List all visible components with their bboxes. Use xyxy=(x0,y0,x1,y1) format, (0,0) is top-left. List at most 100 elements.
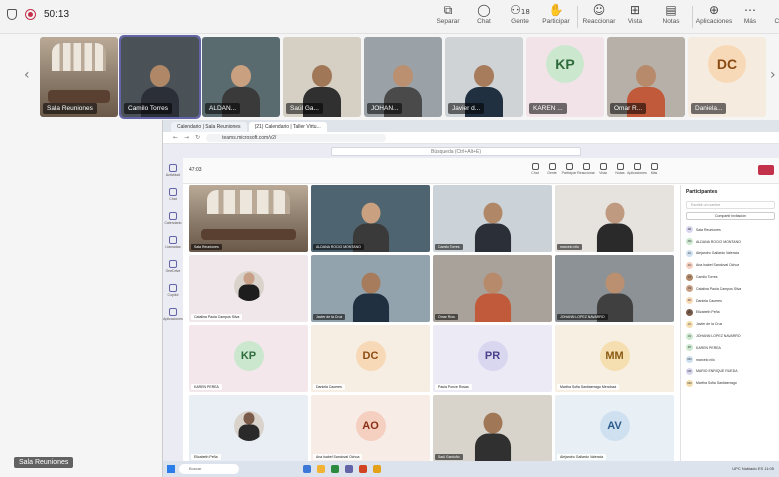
toolbar-label: Reaccionar xyxy=(582,18,616,25)
windows-start-icon[interactable] xyxy=(167,465,175,473)
participant-row[interactable]: AV Alejandro Gallardo Valencia xyxy=(686,248,775,260)
head xyxy=(243,412,254,425)
url-field[interactable]: teams.microsoft.com/v2/ xyxy=(206,133,387,142)
teams-left-rail: Actividad Chat Calendario Llamadas OneDrive C… xyxy=(163,158,183,465)
app-icon[interactable] xyxy=(359,465,367,473)
person-silhouette xyxy=(474,412,511,462)
video-tile[interactable]: MM Martha Sofia Santiaerrago Mendoza xyxy=(555,325,674,392)
rail-item-llamadas[interactable]: Llamadas xyxy=(163,230,183,254)
participant-name: Alejandro Gallardo Valencia xyxy=(696,251,740,256)
taskbar-search[interactable]: Buscar xyxy=(179,464,239,474)
participant-thumbnail[interactable]: Javier d... xyxy=(445,37,523,117)
video-tile[interactable]: marcelo nilo xyxy=(555,185,674,252)
reaccionar-button[interactable]: ☺ Reaccionar xyxy=(581,3,617,31)
participant-row[interactable]: KP KAREN PEREA xyxy=(686,342,775,354)
inner-notas-button[interactable]: Notas xyxy=(613,163,627,175)
avatar-initials: DC xyxy=(708,45,746,84)
participant-thumbnail[interactable]: DC Daniela... xyxy=(688,37,766,117)
participant-name: Ana Isabel Sandoval Ochoa xyxy=(696,263,740,268)
forward-icon[interactable]: → xyxy=(184,134,189,141)
participant-row[interactable]: CS Catalina Paola Campos Silva xyxy=(686,283,775,295)
participant-thumbnail[interactable]: Camilo Torres xyxy=(119,35,201,119)
chevron-right-icon[interactable]: › xyxy=(770,67,776,83)
participant-row[interactable]: EP Elizabeth Peña xyxy=(686,307,775,319)
inner-reaccionar-button[interactable]: Reaccionar xyxy=(577,163,595,175)
teams-icon[interactable] xyxy=(345,465,353,473)
participant-thumbnail[interactable]: Omar R... xyxy=(607,37,685,117)
video-tile[interactable]: JOHANN LOPEZ NAVARRO xyxy=(555,255,674,322)
head xyxy=(361,202,380,224)
participant-thumbnail[interactable]: Sala Reuniones xyxy=(40,37,118,117)
video-tile[interactable]: Camilo Torres xyxy=(433,185,552,252)
participant-thumbnail[interactable]: Saúl Ga... xyxy=(283,37,361,117)
participant-row[interactable]: JN JOHANN LOPEZ NAVARRO xyxy=(686,330,775,342)
participant-row[interactable]: JC Javier de la Cruz xyxy=(686,318,775,330)
participant-thumbnail[interactable]: JOHAN... xyxy=(364,37,442,117)
invite-input[interactable]: Escribir un nombre xyxy=(686,201,775,209)
browser-tab[interactable]: (21) Calendario | Taller Virtu... xyxy=(248,122,327,132)
participant-name: Camilo Torres xyxy=(124,103,172,114)
back-icon[interactable]: ← xyxy=(173,134,178,141)
participant-name: KAREN ... xyxy=(529,103,567,114)
inner-chat-button[interactable]: Chat xyxy=(528,163,542,175)
separar-button[interactable]: ⧉ Separar xyxy=(430,3,466,31)
chrome-icon[interactable] xyxy=(373,465,381,473)
participar-button[interactable]: ✋ Participar xyxy=(538,3,574,31)
participant-row[interactable]: AM ALDANA ROCIO MONTANO xyxy=(686,236,775,248)
video-tile[interactable]: AV Alejandro Gallardo Valencia xyxy=(555,395,674,462)
participant-row[interactable]: AO Ana Isabel Sandoval Ochoa xyxy=(686,259,775,271)
app-icon[interactable] xyxy=(303,465,311,473)
share-invite-button[interactable]: Compartir invitación xyxy=(686,212,775,220)
video-tile[interactable]: Elizabeth Peña xyxy=(189,395,308,462)
participant-name: Saúl Ga... xyxy=(286,103,323,114)
inner-más-button[interactable]: Más xyxy=(647,163,661,175)
rail-item-aplicaciones[interactable]: Aplicaciones xyxy=(163,302,183,326)
avatar-initials: AO xyxy=(355,410,386,441)
aplicaciones-button[interactable]: ⊕ Aplicaciones xyxy=(696,3,733,31)
video-tile[interactable]: Catalina Paola Campos Silva xyxy=(189,255,308,322)
leave-button[interactable] xyxy=(758,165,774,175)
inner-gente-button[interactable]: Gente xyxy=(545,163,559,175)
head xyxy=(605,202,624,224)
participant-row[interactable]: SR Sala Reuniones xyxy=(686,224,775,236)
chevron-left-icon[interactable]: ‹ xyxy=(24,67,30,83)
inner-participar-button[interactable]: Participar xyxy=(562,163,576,175)
participant-row[interactable]: CT Camilo Torres xyxy=(686,271,775,283)
video-tile[interactable]: Omar Ríos xyxy=(433,255,552,322)
rail-item-copilot[interactable]: Copilot xyxy=(163,278,183,302)
participant-row[interactable]: MR MARIO ENRIQUE RUEDA xyxy=(686,366,775,378)
rail-item-chat[interactable]: Chat xyxy=(163,182,183,206)
chat-button[interactable]: ◯ Chat xyxy=(466,3,502,31)
folder-icon[interactable] xyxy=(317,465,325,473)
participant-thumbnail[interactable]: ALDAN... xyxy=(202,37,280,117)
rail-item-onedrive[interactable]: OneDrive xyxy=(163,254,183,278)
m-s-button[interactable]: ⋯ Más xyxy=(732,3,768,31)
rail-item-calendario[interactable]: Calendario xyxy=(163,206,183,230)
participant-thumbnail[interactable]: KP KAREN ... xyxy=(526,37,604,117)
participant-row[interactable]: MM Martha Sofia Santiaerrago xyxy=(686,377,775,389)
video-tile[interactable]: PR Paula Ponce Rosas xyxy=(433,325,552,392)
toolbar-divider xyxy=(692,6,693,28)
search-input[interactable]: Búsqueda (Ctrl+Alt+E) xyxy=(331,146,581,156)
video-tile[interactable]: ALDANA ROCIO MONTANO xyxy=(311,185,430,252)
video-tile[interactable]: KP KAREN PEREA xyxy=(189,325,308,392)
video-tile[interactable]: Saúl Garduño xyxy=(433,395,552,462)
browser-tab[interactable]: Calendario | Sala Reuniones xyxy=(171,122,247,132)
reload-icon[interactable]: ↻ xyxy=(195,134,200,141)
notas-button[interactable]: ▤ Notas xyxy=(653,3,689,31)
rail-label: Chat xyxy=(169,196,177,201)
participant-row[interactable]: DC Daniela Caceres xyxy=(686,295,775,307)
vista-button[interactable]: ⊞ Vista xyxy=(617,3,653,31)
inner-vista-button[interactable]: Vista xyxy=(596,163,610,175)
rail-item-actividad[interactable]: Actividad xyxy=(163,158,183,182)
app-icon[interactable] xyxy=(331,465,339,473)
video-tile[interactable]: Sala Reuniones xyxy=(189,185,308,252)
c-mara-button[interactable]: ▶Cámara xyxy=(768,3,779,31)
person-silhouette xyxy=(596,202,633,252)
video-tile[interactable]: DC Daniela Caceres xyxy=(311,325,430,392)
participant-row[interactable]: MN marcelo nilo xyxy=(686,354,775,366)
inner-aplicaciones-button[interactable]: Aplicaciones xyxy=(627,163,647,175)
video-tile[interactable]: Javier de la Cruz xyxy=(311,255,430,322)
gente-button[interactable]: ⚇18 Gente xyxy=(502,3,538,31)
video-tile[interactable]: AO Ana Isabel Sandoval Ochoa xyxy=(311,395,430,462)
